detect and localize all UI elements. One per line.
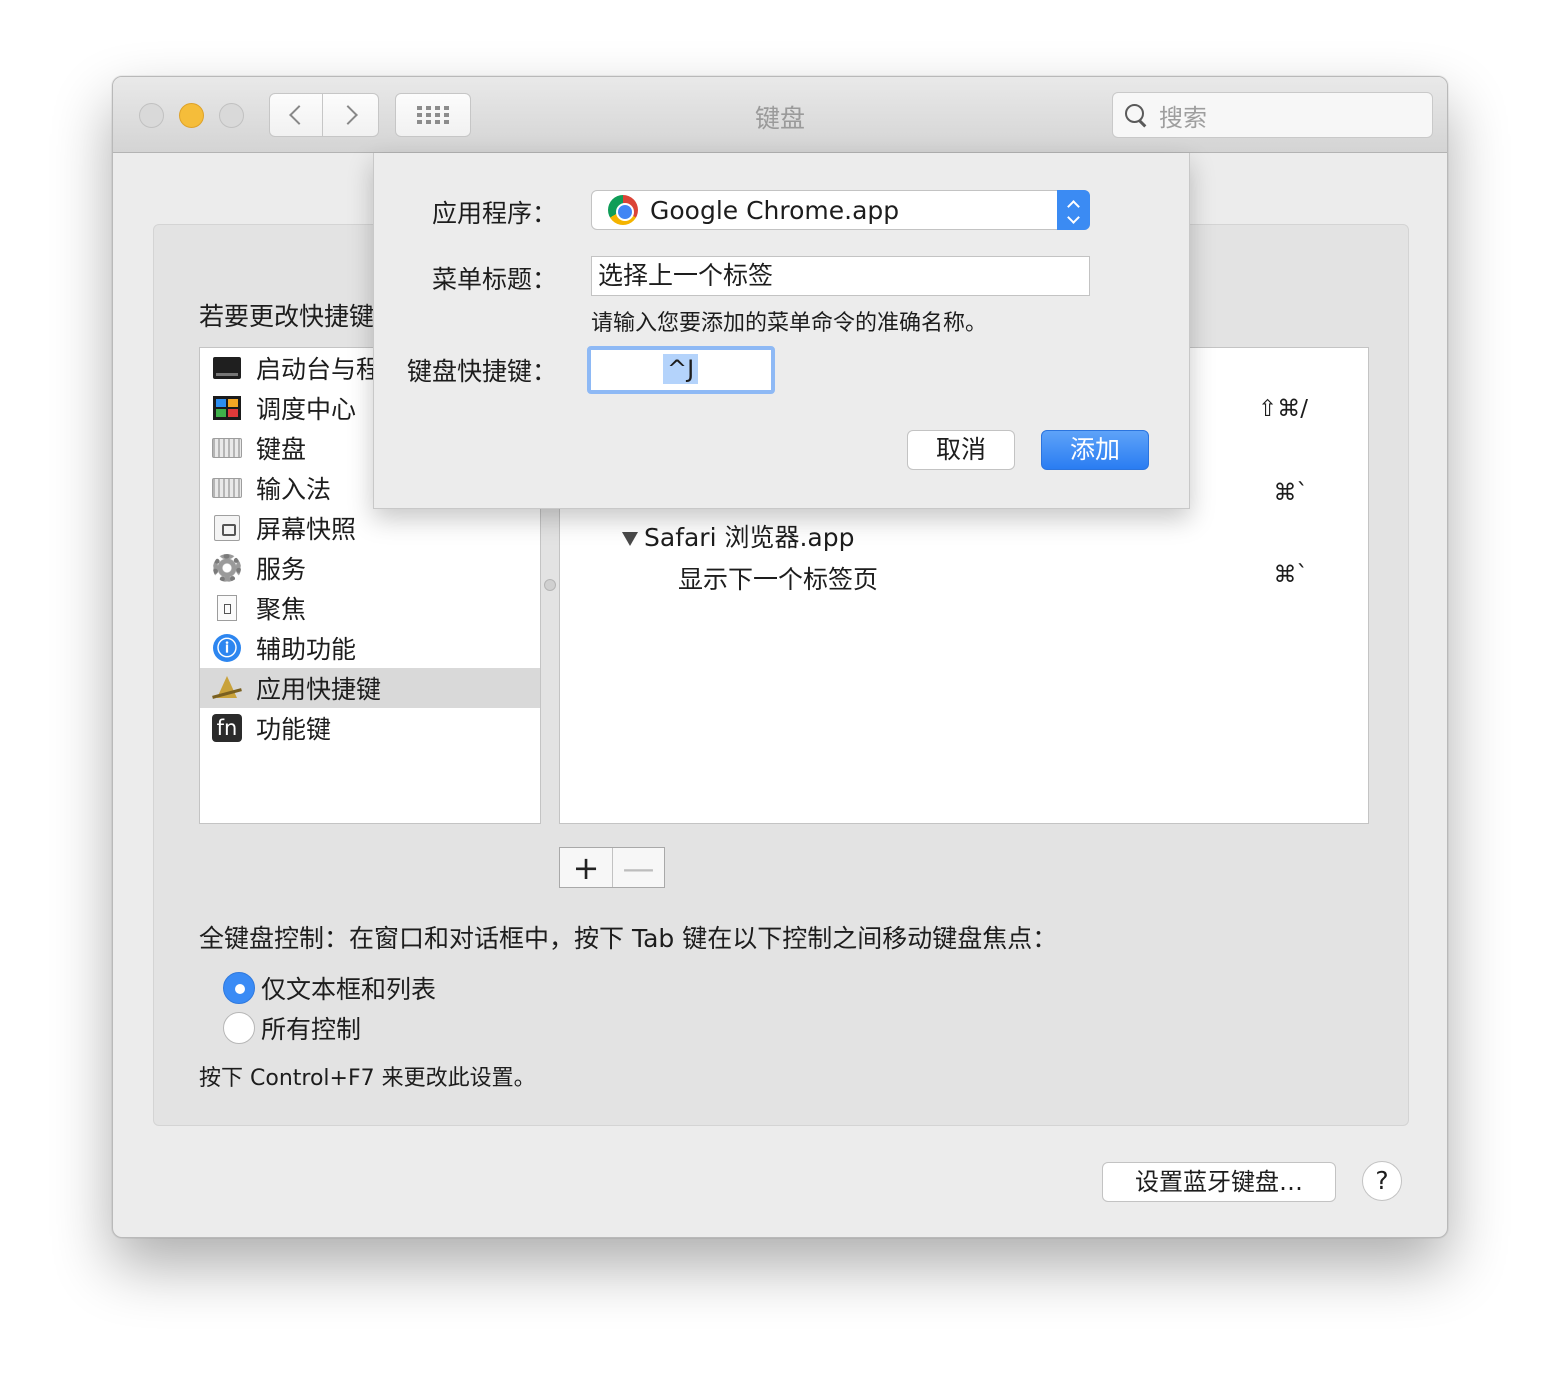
radio-button[interactable] <box>223 1012 255 1044</box>
add-shortcut-button[interactable]: + <box>560 848 612 887</box>
app-group-row[interactable]: Safari 浏览器.app <box>560 514 1368 556</box>
help-button[interactable]: ? <box>1362 1161 1402 1201</box>
popup-arrows-icon <box>1057 190 1090 230</box>
application-label: 应用程序： <box>431 199 557 228</box>
search-field[interactable]: 搜索 <box>1112 92 1433 138</box>
category-label: 输入法 <box>256 475 332 504</box>
radio-label: 仅文本框和列表 <box>261 975 437 1004</box>
category-label: 功能键 <box>256 715 332 744</box>
add-shortcut-sheet: 应用程序： Google Chrome.app 菜单标题： 选择上一个标签 请输… <box>373 153 1190 509</box>
category-label: 屏幕快照 <box>256 515 357 544</box>
add-button[interactable]: 添加 <box>1041 430 1149 470</box>
mission-control-icon <box>212 394 242 422</box>
radio-button-selected[interactable] <box>223 972 255 1004</box>
menu-title-label: 菜单标题： <box>431 265 557 294</box>
category-label: 服务 <box>256 555 307 584</box>
category-label: 辅助功能 <box>256 635 357 664</box>
shortcut-keys: ⌘` <box>1273 562 1309 588</box>
chrome-icon <box>608 195 638 225</box>
menu-title-field[interactable]: 选择上一个标签 <box>591 256 1090 296</box>
radio-text-boxes-and-lists[interactable]: 仅文本框和列表 <box>223 970 436 1006</box>
control-f7-note: 按下 Control+F7 来更改此设置。 <box>199 1066 536 1091</box>
split-view-handle[interactable] <box>544 579 556 591</box>
category-app-shortcuts[interactable]: 应用快捷键 <box>200 668 540 708</box>
keyboard-icon <box>212 434 242 462</box>
add-remove-control: + — <box>559 847 665 888</box>
full-keyboard-access-label: 全键盘控制：在窗口和对话框中，按下 Tab 键在以下控制之间移动键盘焦点： <box>199 924 1058 953</box>
shortcut-row[interactable]: 显示下一个标签页 ⌘` <box>560 556 1368 598</box>
search-placeholder: 搜索 <box>1159 103 1207 132</box>
launchpad-icon <box>212 354 242 382</box>
category-spotlight[interactable]: 聚焦 <box>200 588 540 628</box>
category-label: 调度中心 <box>256 395 357 424</box>
remove-shortcut-button[interactable]: — <box>612 848 664 887</box>
app-store-icon <box>212 674 242 702</box>
screenshot-icon <box>212 514 242 542</box>
gear-icon <box>212 554 242 582</box>
menu-title-hint: 请输入您要添加的菜单命令的准确名称。 <box>591 311 988 336</box>
cancel-button[interactable]: 取消 <box>907 430 1015 470</box>
shortcut-keys: ⌘` <box>1273 480 1309 506</box>
fn-icon: fn <box>212 714 242 742</box>
app-group-label: Safari 浏览器.app <box>644 523 855 552</box>
shortcut-value: ^J <box>663 354 699 384</box>
input-method-icon <box>212 474 242 502</box>
category-label: 键盘 <box>256 435 307 464</box>
category-accessibility[interactable]: ⓘ 辅助功能 <box>200 628 540 668</box>
application-popup[interactable]: Google Chrome.app <box>591 190 1090 230</box>
category-function-keys[interactable]: fn 功能键 <box>200 708 540 748</box>
accessibility-icon: ⓘ <box>212 634 242 662</box>
category-screenshot[interactable]: 屏幕快照 <box>200 508 540 548</box>
radio-label: 所有控制 <box>261 1015 362 1044</box>
shortcut-keys: ⇧⌘/ <box>1257 396 1308 422</box>
category-label: 聚焦 <box>256 595 307 624</box>
title-bar: 键盘 搜索 <box>113 77 1447 153</box>
keyboard-preferences-window: 键盘 搜索 若要更改快捷键 启动台与程序坞 调度中心 键盘 输入法 屏幕快照 服… <box>112 76 1448 1238</box>
category-services[interactable]: 服务 <box>200 548 540 588</box>
category-label: 应用快捷键 <box>256 675 382 704</box>
spotlight-icon <box>212 594 242 622</box>
keyboard-shortcut-field[interactable]: ^J <box>587 346 775 394</box>
radio-all-controls[interactable]: 所有控制 <box>223 1010 361 1046</box>
menu-item-label: 显示下一个标签页 <box>678 565 879 594</box>
keyboard-shortcut-label: 键盘快捷键： <box>406 357 557 386</box>
search-icon <box>1125 104 1147 126</box>
instruction-text: 若要更改快捷键 <box>199 302 373 331</box>
application-value: Google Chrome.app <box>650 195 900 225</box>
setup-bluetooth-keyboard-button[interactable]: 设置蓝牙键盘… <box>1102 1162 1336 1202</box>
disclosure-triangle-icon[interactable] <box>622 532 638 546</box>
